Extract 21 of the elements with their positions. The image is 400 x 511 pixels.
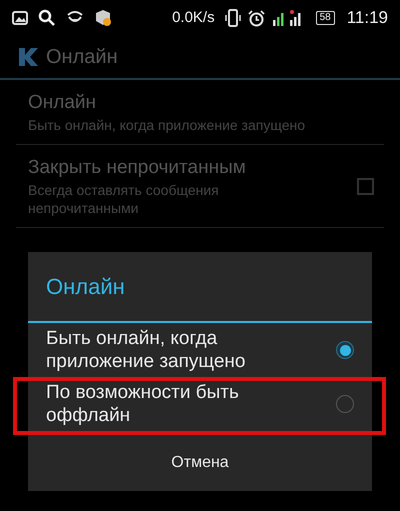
image-icon [12, 11, 28, 25]
screen-title: Онлайн [46, 45, 118, 70]
app-logo-icon [16, 45, 40, 69]
cancel-button[interactable]: Отмена [28, 435, 372, 491]
setting-summary: Всегда оставлять сообщения непрочитанными [28, 181, 220, 217]
radio-button[interactable] [336, 341, 354, 359]
option-label[interactable]: По возможности быть оффлайн [46, 381, 336, 427]
setting-summary: Быть онлайн, когда приложение запущено [28, 116, 306, 134]
clock: 11:19 [346, 7, 388, 30]
box-icon [94, 9, 112, 27]
vibrate-icon [224, 9, 241, 27]
setting-title: Онлайн [28, 91, 98, 115]
option-label[interactable]: Быть онлайн, когда приложение запущено [46, 327, 336, 373]
radio-button[interactable] [336, 395, 354, 413]
search-icon [38, 9, 56, 27]
battery-indicator: 58 [316, 11, 335, 25]
setting-title: Закрыть непрочитанным [28, 156, 247, 180]
dialog-title: Онлайн [46, 273, 125, 301]
checkbox[interactable] [357, 178, 374, 194]
alarm-icon [248, 10, 265, 26]
network-speed: 0.0K/s [172, 8, 215, 28]
